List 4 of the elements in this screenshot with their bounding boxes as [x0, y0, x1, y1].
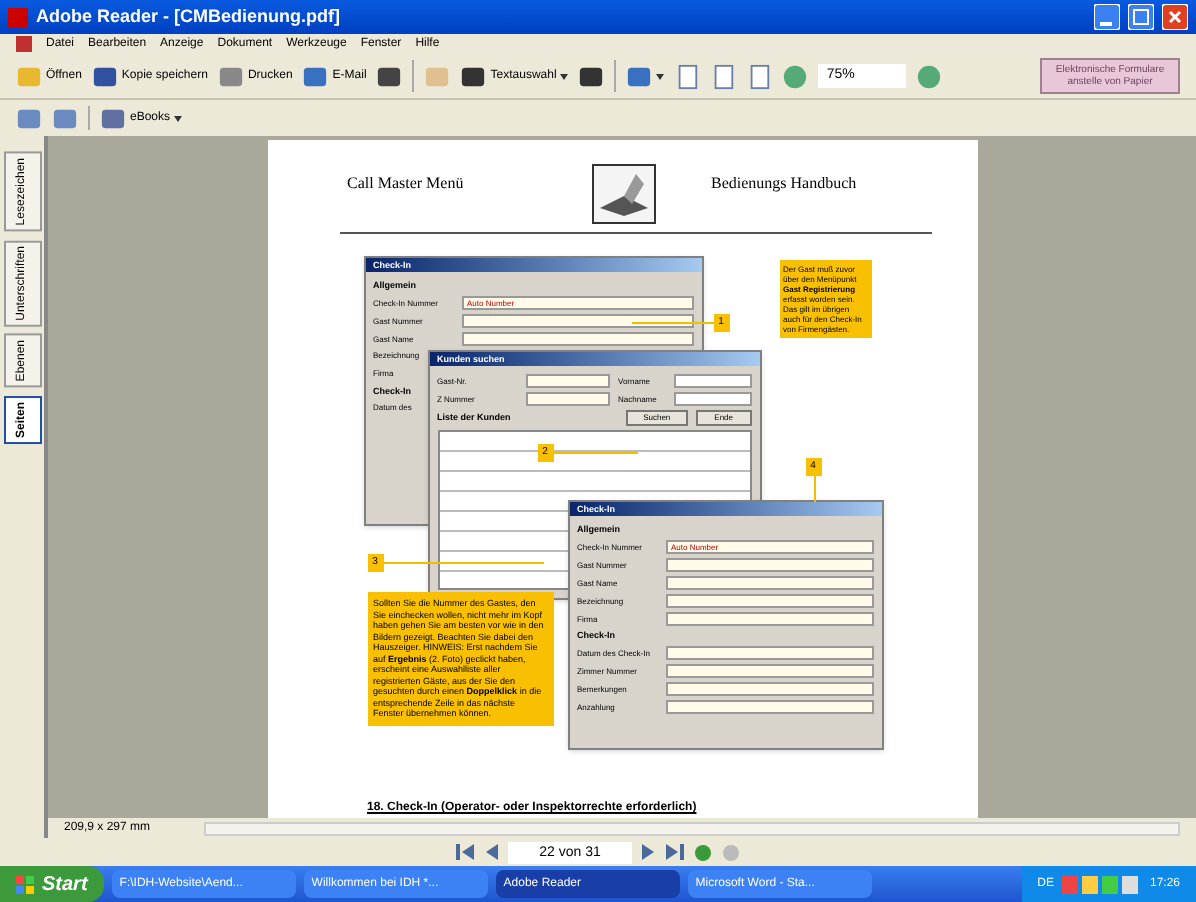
header-text: Bedienungs Handbuch: [711, 172, 857, 196]
window-title: Adobe Reader - [CMBedienung.pdf]: [36, 3, 342, 30]
header-text: Call Master Menü: [347, 172, 464, 196]
start-button[interactable]: Start: [0, 866, 104, 902]
